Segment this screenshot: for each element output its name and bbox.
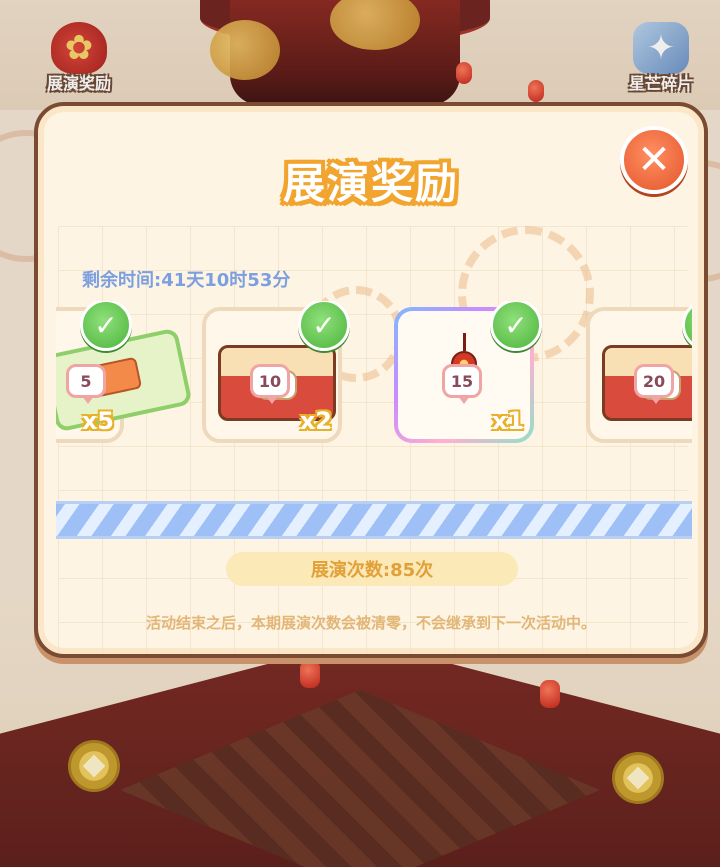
milestone-marker: 15 bbox=[442, 364, 482, 404]
progress-bar bbox=[56, 501, 692, 539]
performance-count: 展演次数:85次 bbox=[226, 552, 518, 586]
claimed-check-icon: ✓ bbox=[298, 301, 350, 351]
reward-quantity: x2 bbox=[299, 407, 332, 435]
knot-rope bbox=[462, 333, 466, 351]
claimed-check-icon: ✓ bbox=[80, 301, 132, 351]
claimed-check-icon: ✓ bbox=[682, 301, 692, 351]
reward-quantity: x1 bbox=[491, 407, 524, 435]
claimed-check-icon: ✓ bbox=[490, 301, 542, 351]
dialog-title: 展演奖励 bbox=[282, 159, 459, 208]
close-icon: ✕ bbox=[637, 137, 671, 183]
close-button[interactable]: ✕ bbox=[620, 126, 688, 194]
milestone-marker: 10 bbox=[250, 364, 290, 404]
milestone-marker: 20 bbox=[634, 364, 674, 404]
milestone-marker: 5 bbox=[66, 364, 106, 404]
reset-notice: 活动结束之后，本期展演次数会被清零，不会继承到下一次活动中。 bbox=[145, 614, 596, 632]
reward-quantity: x5 bbox=[81, 407, 114, 435]
rewards-dialog: 展演奖励 ✕ 剩余时间:41天10时53分 ✓ x5 ✓ x2 ✓ x1 5 1… bbox=[34, 102, 708, 658]
remaining-time: 剩余时间:41天10时53分 bbox=[82, 270, 291, 291]
